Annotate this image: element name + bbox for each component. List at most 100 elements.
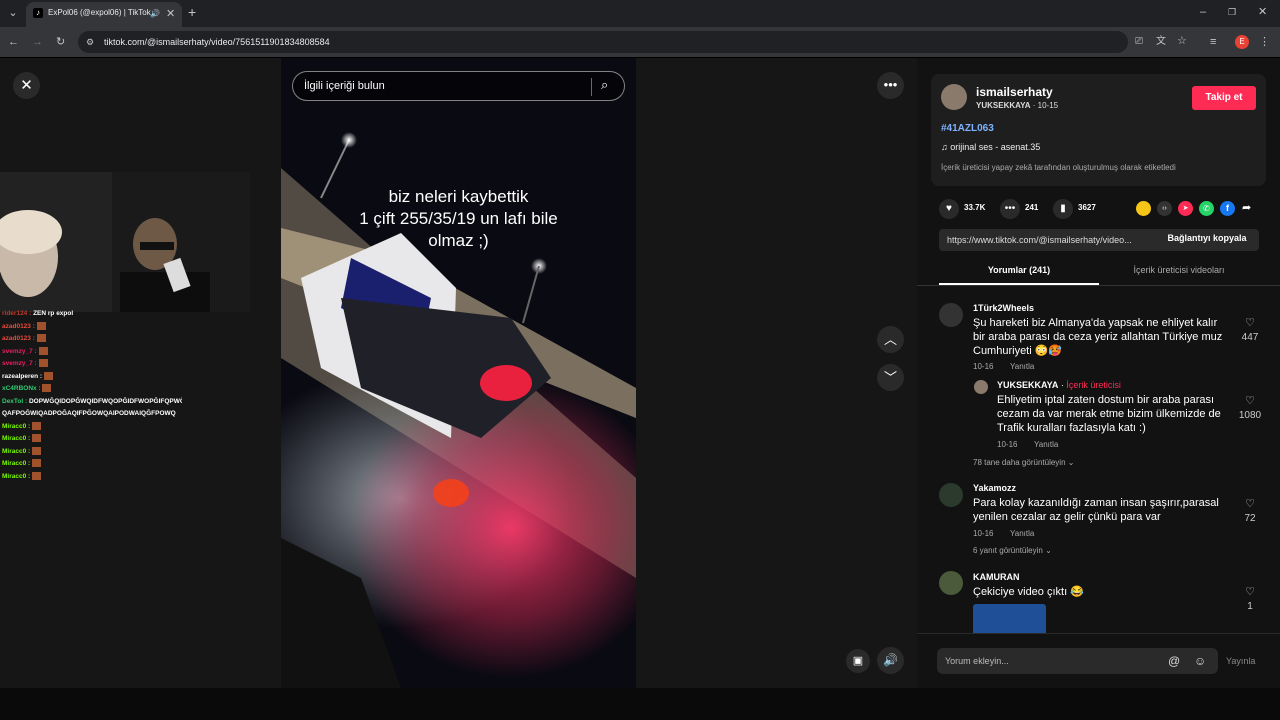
- mention-icon[interactable]: @: [1168, 654, 1180, 668]
- more-options-button[interactable]: •••: [877, 72, 904, 99]
- more-share-icon[interactable]: ➦: [1242, 201, 1251, 214]
- view-more-label: 78 tane daha görüntüleyin: [973, 458, 1066, 467]
- author-card: ismailserhaty YUKSEKKAYA · 10-15 Takip e…: [931, 74, 1266, 186]
- chat-message: DexTol : DOPWĞQIDOPĞWQIDFWQOPĞIDFWOPĞIFQ…: [2, 396, 182, 409]
- next-video-button[interactable]: ﹀: [877, 364, 904, 391]
- post-date: 10-15: [1037, 101, 1059, 110]
- video-link[interactable]: https://www.tiktok.com/@ismailserhaty/vi…: [947, 235, 1152, 245]
- reply-date: 10-16: [997, 440, 1018, 449]
- pip-button[interactable]: ▣: [846, 649, 870, 673]
- tab-audio-icon[interactable]: 🔊: [150, 8, 160, 20]
- send-to-friend-icon[interactable]: ➤: [1178, 201, 1193, 216]
- forward-icon[interactable]: →: [32, 36, 43, 48]
- view-more-replies[interactable]: 6 yanıt görüntüleyin ⌄: [973, 546, 1052, 555]
- browser-menu-icon[interactable]: ⋮: [1259, 36, 1270, 48]
- chat-emote-icon: [32, 421, 41, 430]
- reply-avatar[interactable]: [974, 380, 988, 394]
- view-more-replies[interactable]: 78 tane daha görüntüleyin ⌄: [973, 458, 1074, 467]
- chat-message: Miracc0 :: [2, 446, 182, 459]
- comment-username[interactable]: KAMURAN: [973, 572, 1020, 582]
- whatsapp-icon[interactable]: ✆: [1199, 201, 1214, 216]
- comment-username[interactable]: 1Türk2Wheels: [973, 303, 1034, 313]
- like-button[interactable]: ♥: [939, 199, 959, 219]
- chat-message: Miracc0 :: [2, 458, 182, 471]
- comment-like-count: 1: [1247, 601, 1253, 612]
- comment-avatar[interactable]: [939, 303, 963, 327]
- search-icon[interactable]: ⌕: [601, 77, 608, 93]
- reply-reply-button[interactable]: Yanıtla: [1034, 440, 1058, 449]
- chat-message: razealperen :: [2, 371, 182, 384]
- new-tab-icon[interactable]: +: [188, 5, 196, 19]
- restore-icon[interactable]: ❐: [1228, 6, 1236, 18]
- comment-icon: •••: [1004, 203, 1016, 214]
- browser-tab[interactable]: ♪ ExPol06 (@expol06) | TikTok 🔊 ✕: [26, 2, 182, 27]
- chat-username: Miracc0 :: [2, 447, 32, 455]
- copy-link-button[interactable]: Bağlantıyı kopyala: [1157, 233, 1257, 247]
- comment-like-button[interactable]: ♡: [1235, 585, 1265, 598]
- save-button[interactable]: ▮: [1053, 199, 1073, 219]
- hashtag-link[interactable]: #41AZL063: [941, 123, 994, 134]
- ai-label: İçerik üreticisi yapay zekâ tarafından o…: [941, 163, 1176, 172]
- comment-avatar[interactable]: [939, 571, 963, 595]
- back-icon[interactable]: ←: [8, 36, 19, 48]
- heart-outline-icon: ♡: [1245, 498, 1255, 510]
- sound-row[interactable]: ♫ orijinal ses - asenat.35: [941, 142, 1040, 152]
- video-player[interactable]: İlgili içeriği bulun ⌕ biz neleri kaybet…: [281, 58, 636, 688]
- chat-emote-icon: [36, 334, 46, 343]
- related-search-box[interactable]: İlgili içeriği bulun ⌕: [292, 71, 625, 101]
- reply-like-button[interactable]: ♡: [1235, 394, 1265, 407]
- chat-message: svemzy_7 :: [2, 358, 182, 371]
- reading-list-icon[interactable]: ≡: [1210, 36, 1216, 48]
- chevron-down-icon: ⌄: [1045, 546, 1052, 555]
- author-username[interactable]: ismailserhaty: [976, 85, 1053, 99]
- translate-icon[interactable]: 文: [1156, 36, 1166, 48]
- embed-icon[interactable]: ‹›: [1157, 201, 1172, 216]
- video-caption: biz neleri kaybettik 1 çift 255/35/19 un…: [281, 186, 636, 252]
- site-info-icon[interactable]: ⚙: [86, 36, 94, 48]
- post-comment-button[interactable]: Yayınla: [1226, 656, 1255, 666]
- chat-username: Miracc0 :: [2, 472, 32, 480]
- chat-username: svemzy_7 :: [2, 347, 39, 355]
- heart-icon: ♥: [946, 203, 952, 214]
- tab-close-icon[interactable]: ✕: [166, 8, 175, 20]
- reply-like-count: 1080: [1238, 410, 1262, 421]
- comment-username[interactable]: Yakamozz: [973, 483, 1016, 493]
- tab-comments[interactable]: Yorumlar (241): [939, 265, 1099, 275]
- facebook-icon[interactable]: f: [1220, 201, 1235, 216]
- previous-video-button[interactable]: ︿: [877, 326, 904, 353]
- reply-button[interactable]: Yanıtla: [1010, 362, 1034, 371]
- close-video-button[interactable]: ✕: [13, 72, 40, 99]
- reply-button[interactable]: Yanıtla: [1010, 529, 1034, 538]
- coin-share-icon[interactable]: [1136, 201, 1151, 216]
- follow-button[interactable]: Takip et: [1192, 86, 1256, 110]
- comment-count: 241: [1025, 203, 1039, 212]
- reload-icon[interactable]: ↻: [56, 36, 65, 48]
- chat-username: azad0123 :: [2, 322, 37, 330]
- comment-date: 10-16: [973, 529, 994, 538]
- comment-like-button[interactable]: ♡: [1235, 316, 1265, 329]
- reply-header: YUKSEKKAYA · İçerik üreticisi: [997, 380, 1121, 390]
- comment-like-button[interactable]: ♡: [1235, 497, 1265, 510]
- profile-avatar[interactable]: E: [1235, 35, 1249, 49]
- chevron-down-icon: ⌄: [1067, 458, 1075, 467]
- tab-title: ExPol06 (@expol06) | TikTok: [48, 8, 151, 17]
- volume-button[interactable]: 🔊: [877, 647, 904, 674]
- cast-icon[interactable]: ⎚: [1135, 36, 1143, 48]
- reply-username[interactable]: YUKSEKKAYA: [997, 380, 1058, 390]
- minimize-icon[interactable]: –: [1200, 6, 1206, 18]
- comment-avatar[interactable]: [939, 483, 963, 507]
- emoji-icon[interactable]: ☺: [1194, 654, 1206, 668]
- more-dots-icon: •••: [883, 77, 898, 92]
- comment-image-thumbnail[interactable]: [973, 604, 1046, 633]
- chat-message: azad0123 :: [2, 333, 182, 346]
- tab-search-icon[interactable]: ⌄: [6, 7, 20, 19]
- address-bar[interactable]: ⚙ tiktok.com/@ismailserhaty/video/756151…: [78, 31, 1187, 53]
- tab-creator-videos[interactable]: İçerik üreticisi videoları: [1099, 265, 1259, 275]
- bookmark-star-icon[interactable]: ☆: [1177, 35, 1187, 47]
- comment-button[interactable]: •••: [1000, 199, 1020, 219]
- comment-input[interactable]: Yorum ekleyin... @ ☺: [937, 648, 1218, 674]
- window-close-icon[interactable]: ✕: [1258, 6, 1267, 18]
- like-count: 33.7K: [964, 203, 986, 212]
- heart-outline-icon: ♡: [1245, 395, 1255, 407]
- author-avatar[interactable]: [941, 84, 967, 110]
